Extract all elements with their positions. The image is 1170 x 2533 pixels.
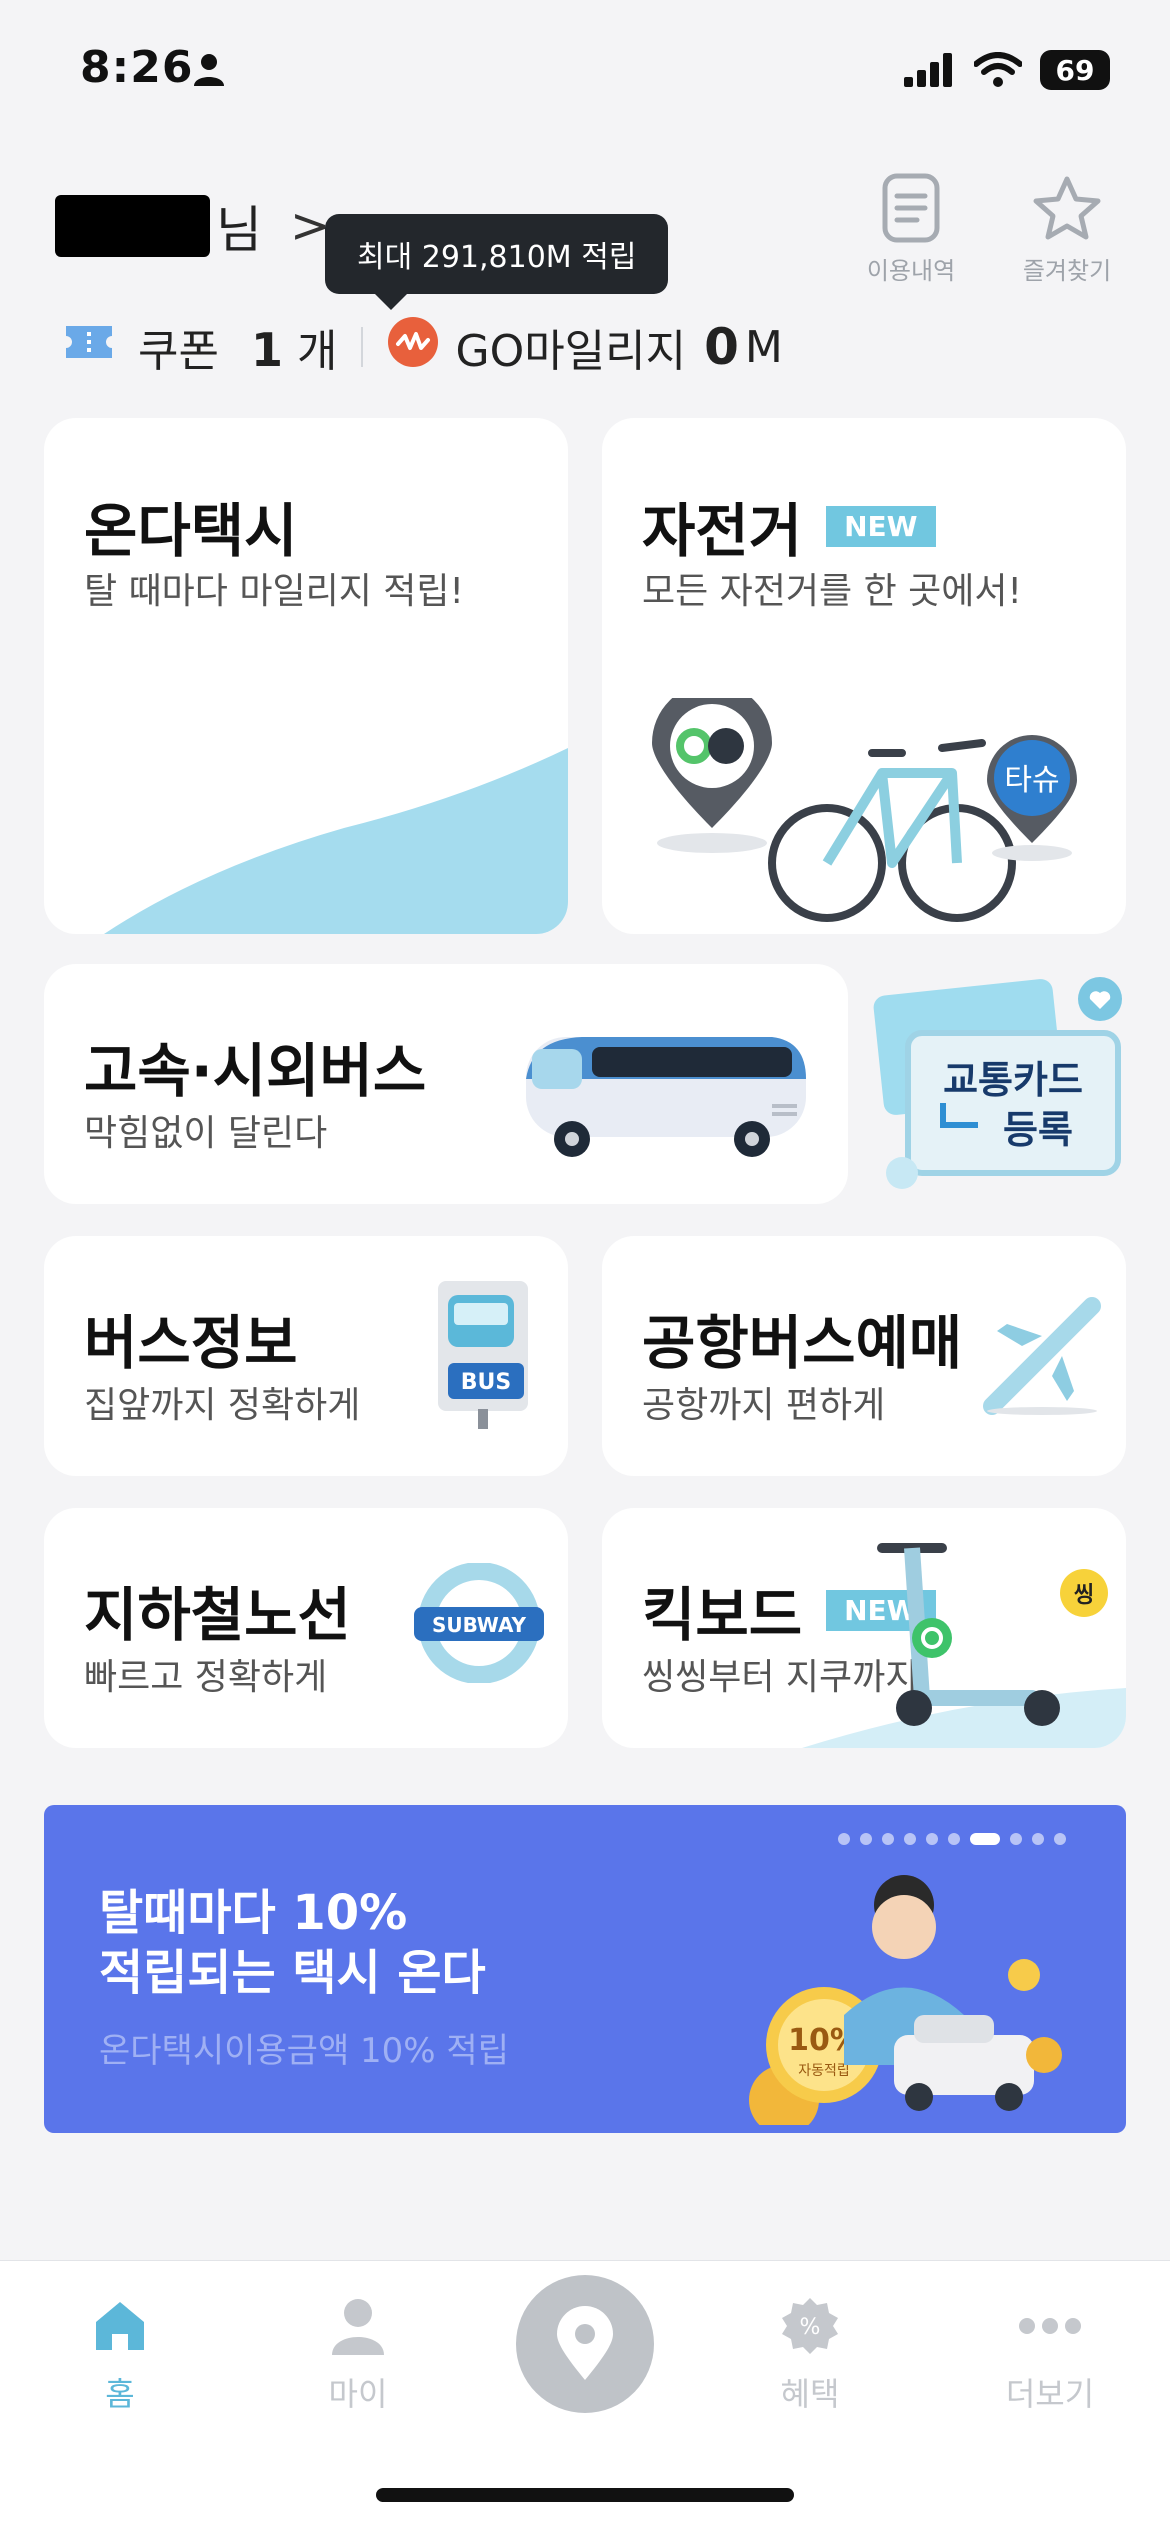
transit-card-label-line2: 등록	[1003, 1108, 1073, 1152]
subway-icon: SUBWAY	[414, 1563, 544, 1683]
airport-bus-title: 공항버스예매	[642, 1309, 963, 1377]
favorites-button[interactable]: 즐겨찾기	[1002, 170, 1132, 286]
carousel-dot[interactable]	[904, 1833, 916, 1845]
coupon-mileage-row: 쿠폰 1 개 GO마일리지 0 M	[62, 315, 783, 379]
banner-subtitle: 온다택시이용금액 10% 적립	[99, 2031, 509, 2071]
taxi-subtitle: 탈 때마다 마일리지 적립!	[84, 571, 464, 612]
mileage-value: 0	[704, 318, 739, 376]
tab-my-label: 마이	[328, 2375, 388, 2413]
star-icon	[1002, 170, 1132, 245]
tab-more-label: 더보기	[1005, 2375, 1095, 2413]
airport-bus-card[interactable]: 공항버스예매 공항까지 편하게	[602, 1236, 1126, 1476]
bike-subtitle: 모든 자전거를 한 곳에서!	[642, 571, 1022, 612]
favorites-label: 즐겨찾기	[1022, 257, 1112, 285]
mileage-tooltip: 최대 291,810M 적립	[325, 214, 669, 310]
location-pin-icon	[557, 2306, 613, 2380]
history-button[interactable]: 이용내역	[846, 170, 976, 286]
status-time: 8:26	[80, 42, 194, 93]
receipt-icon	[846, 170, 976, 245]
more-dots-icon	[970, 2291, 1130, 2361]
coupon-icon	[62, 322, 116, 373]
home-indicator	[376, 2488, 794, 2502]
bike-card[interactable]: 자전거 NEW 모든 자전거를 한 곳에서! 타슈	[602, 418, 1126, 934]
wifi-icon	[974, 52, 1022, 87]
bus-icon-text: BUS	[461, 1370, 511, 1395]
tab-benefits-label: 혜택	[780, 2375, 840, 2413]
carousel-dot[interactable]	[948, 1833, 960, 1845]
divider	[361, 327, 364, 367]
taxi-card[interactable]: 온다택시 탈 때마다 마일리지 적립!	[44, 418, 568, 934]
status-icons: 69	[904, 50, 1110, 90]
subway-subtitle: 빠르고 정확하게	[84, 1657, 328, 1698]
banner-title: 탈때마다 10% 적립되는 택시 온다	[99, 1885, 486, 2001]
tashu-pin-text: 타슈	[1004, 763, 1059, 798]
transit-card-register-button[interactable]: 교통카드 등록	[868, 975, 1130, 1195]
mileage-button[interactable]: GO마일리지 0 M	[387, 315, 783, 379]
user-suffix: 님	[216, 201, 262, 259]
kickboard-title: 킥보드	[642, 1581, 803, 1649]
carousel-dot[interactable]	[970, 1833, 1000, 1845]
signal-icon	[904, 53, 952, 87]
mileage-unit: M	[744, 321, 783, 373]
banner-illustration: 10% 자동적립	[749, 1875, 1062, 2125]
carousel-indicator	[838, 1833, 1066, 1845]
transit-card-graphic: 교통카드 등록	[873, 977, 1122, 1189]
bus-illustration	[526, 1037, 806, 1157]
kickboard-sticker-text: 씽	[1074, 1583, 1094, 1608]
history-label: 이용내역	[866, 257, 956, 285]
subway-card[interactable]: 지하철노선 빠르고 정확하게 SUBWAY	[44, 1508, 568, 1748]
user-icon	[278, 2291, 438, 2361]
coupon-count: 1	[250, 323, 283, 377]
subway-icon-text: SUBWAY	[432, 1613, 527, 1637]
carousel-dot[interactable]	[882, 1833, 894, 1845]
bus-stop-icon: BUS	[438, 1281, 528, 1429]
kickboard-card[interactable]: 킥보드 NEW 씽씽부터 지쿠까지 씽	[602, 1508, 1126, 1748]
bike-illustration: 타슈	[652, 698, 1077, 922]
redacted-username	[55, 195, 210, 257]
svg-text:%: %	[800, 2315, 821, 2340]
carousel-dot[interactable]	[1010, 1833, 1022, 1845]
kickboard-illustration: 씽	[802, 1543, 1126, 1748]
carousel-dot[interactable]	[838, 1833, 850, 1845]
mileage-icon	[387, 316, 439, 379]
carousel-dot[interactable]	[1032, 1833, 1044, 1845]
express-bus-subtitle: 막힘없이 달린다	[84, 1113, 328, 1154]
bus-info-title: 버스정보	[84, 1309, 298, 1377]
tab-my[interactable]: 마이	[278, 2291, 438, 2415]
airport-bus-subtitle: 공항까지 편하게	[642, 1385, 886, 1426]
carousel-dot[interactable]	[926, 1833, 938, 1845]
coin-sub-text: 자동적립	[798, 2063, 850, 2079]
coupon-unit: 개	[296, 326, 338, 377]
airplane-icon	[983, 1297, 1101, 1415]
user-profile-link[interactable]: 님 >	[55, 190, 330, 262]
taxi-wave-graphic	[104, 748, 568, 934]
carousel-dot[interactable]	[1054, 1833, 1066, 1845]
tab-more[interactable]: 더보기	[970, 2291, 1130, 2415]
transit-card-label-line1: 교통카드	[943, 1058, 1083, 1102]
taxi-title: 온다택시	[84, 497, 298, 565]
new-badge: NEW	[826, 506, 936, 548]
person-icon	[192, 52, 226, 90]
coupon-button[interactable]: 쿠폰 1 개	[138, 315, 337, 379]
bike-title: 자전거	[642, 497, 803, 565]
express-bus-card[interactable]: 고속·시외버스 막힘없이 달린다	[44, 964, 848, 1204]
subway-title: 지하철노선	[84, 1581, 351, 1649]
bus-info-card[interactable]: 버스정보 집앞까지 정확하게 BUS	[44, 1236, 568, 1476]
carousel-dot[interactable]	[860, 1833, 872, 1845]
promo-banner[interactable]: 탈때마다 10% 적립되는 택시 온다 온다택시이용금액 10% 적립 10% …	[44, 1805, 1126, 2133]
discount-badge-icon: %	[730, 2291, 890, 2361]
tab-home[interactable]: 홈	[40, 2291, 200, 2415]
location-fab-button[interactable]	[516, 2275, 654, 2413]
coupon-label: 쿠폰	[138, 326, 219, 377]
battery-indicator: 69	[1040, 50, 1110, 90]
tab-benefits[interactable]: % 혜택	[730, 2291, 890, 2415]
mileage-label: GO마일리지	[455, 326, 687, 377]
bus-info-subtitle: 집앞까지 정확하게	[84, 1385, 361, 1426]
express-bus-title: 고속·시외버스	[84, 1037, 427, 1105]
tab-home-label: 홈	[105, 2375, 135, 2413]
home-icon	[40, 2291, 200, 2361]
